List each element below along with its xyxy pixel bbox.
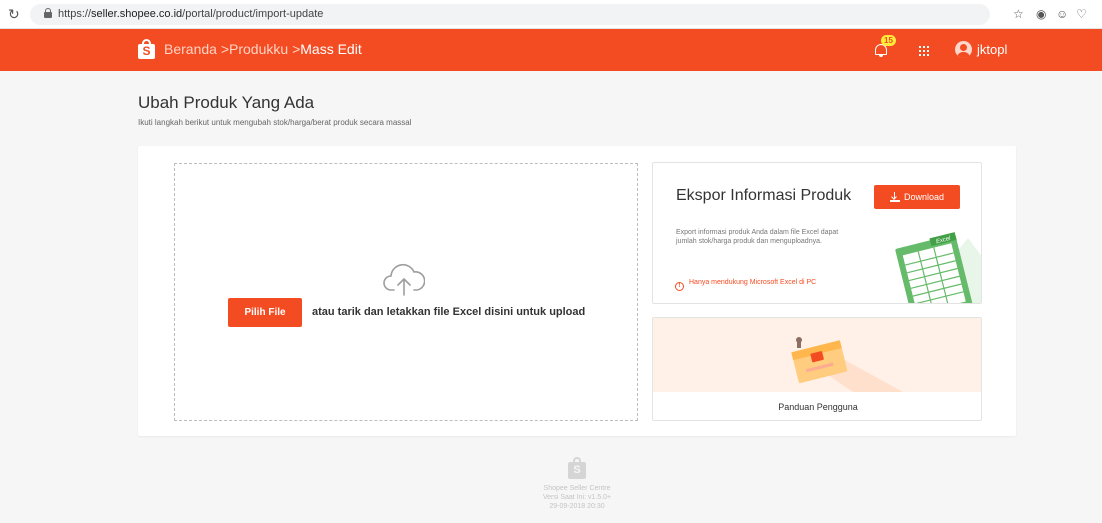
footer-app-name: Shopee Seller Centre: [543, 485, 611, 492]
download-icon: [889, 192, 900, 202]
cloud-upload-icon: [383, 263, 425, 296]
avatar[interactable]: [955, 41, 972, 58]
download-button[interactable]: Download: [874, 185, 960, 209]
reload-icon[interactable]: ↻: [8, 6, 20, 22]
url-text[interactable]: https://seller.shopee.co.id/portal/produ…: [58, 8, 323, 20]
footer-shopee-logo-icon: S: [568, 457, 586, 479]
browser-toolbar: ↻ https://seller.shopee.co.id/portal/pro…: [0, 0, 1102, 29]
camera-icon[interactable]: ◉: [1036, 7, 1046, 21]
notification-badge: 15: [881, 35, 896, 46]
smiley-icon[interactable]: ☺: [1056, 7, 1068, 21]
choose-file-button[interactable]: Pilih File: [228, 298, 302, 327]
mass-edit-card: Pilih File atau tarik dan letakkan file …: [138, 146, 1016, 436]
footer-version: Versi Saat Ini: v1.5.0+: [542, 494, 612, 501]
page-subtitle: Ikuti langkah berikut untuk mengubah sto…: [138, 118, 412, 127]
user-guide-illustration: [653, 318, 981, 392]
export-warning: Hanya mendukung Microsoft Excel di PC: [689, 279, 817, 286]
export-title: Ekspor Informasi Produk: [676, 187, 852, 204]
excel-sheet-illustration: Excel: [895, 232, 981, 303]
export-description: Export informasi produk Anda dalam file …: [676, 229, 839, 245]
user-guide-card[interactable]: Panduan Pengguna: [652, 317, 982, 421]
breadcrumb-products[interactable]: Produkku: [229, 41, 288, 57]
export-panel: Ekspor Informasi Produk Download Export …: [652, 162, 982, 304]
lock-icon: [44, 8, 52, 18]
footer-info: Shopee Seller Centre Versi Saat Ini: v1.…: [477, 484, 677, 511]
shopee-logo-icon[interactable]: S: [138, 39, 155, 59]
breadcrumb: Beranda >Produkku >Mass Edit: [164, 41, 362, 57]
pocket-icon[interactable]: ♡: [1076, 7, 1087, 21]
file-dropzone[interactable]: Pilih File atau tarik dan letakkan file …: [174, 163, 638, 421]
page-title: Ubah Produk Yang Ada: [138, 93, 315, 112]
breadcrumb-home[interactable]: Beranda: [164, 41, 217, 57]
apps-grid-icon[interactable]: [919, 46, 929, 56]
warning-icon: !: [675, 282, 684, 291]
top-navbar: S Beranda >Produkku >Mass Edit 15 jktopl: [0, 29, 1102, 71]
dropzone-instructions: atau tarik dan letakkan file Excel disin…: [312, 306, 586, 318]
breadcrumb-current: Mass Edit: [300, 41, 362, 57]
star-icon[interactable]: ☆: [1013, 7, 1024, 21]
user-guide-label: Panduan Pengguna: [778, 402, 858, 412]
username[interactable]: jktopl: [977, 42, 1007, 57]
download-label: Download: [903, 192, 945, 202]
footer-date: 29-09-2018 20:30: [549, 503, 605, 510]
breadcrumb-separator: >: [220, 41, 230, 57]
